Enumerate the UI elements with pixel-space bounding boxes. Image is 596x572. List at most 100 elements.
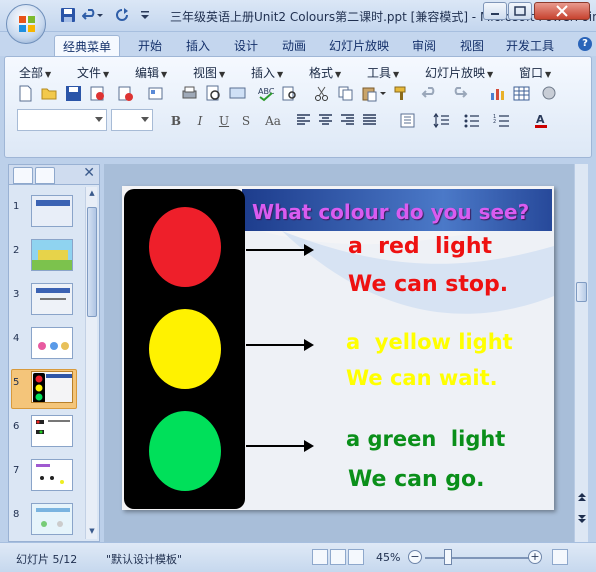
- next-slide-icon[interactable]: [576, 512, 588, 536]
- slide-thumbnail[interactable]: [31, 503, 73, 535]
- paste-dropdown-icon[interactable]: [379, 85, 387, 102]
- slides-tab-icon[interactable]: [13, 167, 33, 184]
- outline-tab-icon[interactable]: [35, 167, 55, 184]
- undo-icon[interactable]: [421, 85, 438, 102]
- ribbon-tab-bar: 经典菜单 开始 插入 设计 动画 幻灯片放映 审阅 视图 开发工具 ?: [0, 32, 596, 56]
- save-icon[interactable]: [65, 85, 82, 102]
- menu-insert[interactable]: 插入 ▼: [251, 64, 283, 81]
- help-icon[interactable]: ?: [578, 37, 592, 51]
- tab-review[interactable]: 审阅: [404, 35, 444, 56]
- maximize-button[interactable]: [508, 2, 532, 20]
- print-icon[interactable]: [181, 85, 198, 102]
- close-icon[interactable]: ✕: [83, 165, 95, 181]
- permission-icon[interactable]: [89, 85, 106, 102]
- slide-thumbnail-selected[interactable]: [31, 371, 73, 403]
- menu-format[interactable]: 格式 ▼: [309, 64, 341, 81]
- new-file-icon[interactable]: [17, 85, 34, 102]
- previous-slide-icon[interactable]: [576, 490, 588, 514]
- thumbnail-scrollbar[interactable]: ▲ ▼: [85, 187, 97, 539]
- publish-icon[interactable]: [147, 85, 164, 102]
- research-icon[interactable]: [281, 85, 298, 102]
- line-spacing-icon[interactable]: [433, 112, 450, 129]
- slide-thumbnail[interactable]: [31, 327, 73, 359]
- zoom-slider-track[interactable]: [425, 557, 529, 559]
- italic-icon[interactable]: I: [191, 112, 209, 130]
- spelling-icon[interactable]: ABC: [257, 85, 274, 102]
- numbering-icon[interactable]: 12: [493, 112, 510, 129]
- tab-classic-menu[interactable]: 经典菜单: [54, 35, 120, 56]
- slide-thumbnail[interactable]: [31, 195, 73, 227]
- normal-view-icon[interactable]: [312, 549, 328, 565]
- tab-insert[interactable]: 插入: [178, 35, 218, 56]
- insert-chart-icon[interactable]: [489, 85, 506, 102]
- font-color-icon[interactable]: A: [533, 112, 550, 129]
- menu-slideshow[interactable]: 幻灯片放映 ▼: [425, 64, 493, 81]
- slide-thumbnail[interactable]: [31, 283, 73, 315]
- slide-sorter-view-icon[interactable]: [330, 549, 346, 565]
- zoom-in-icon[interactable]: +: [528, 550, 542, 564]
- office-button[interactable]: [6, 4, 46, 44]
- font-name-combo[interactable]: [17, 109, 107, 131]
- text-direction-icon[interactable]: [399, 112, 416, 129]
- scroll-down-icon[interactable]: ▼: [87, 527, 97, 537]
- tab-view[interactable]: 视图: [452, 35, 492, 56]
- thumbnail-number: 5: [13, 377, 20, 388]
- redo-icon[interactable]: [114, 7, 130, 23]
- open-folder-icon[interactable]: [41, 85, 58, 102]
- vertical-scrollbar[interactable]: [574, 164, 588, 542]
- underline-icon[interactable]: U: [215, 112, 233, 130]
- menu-all[interactable]: 全部 ▼: [19, 64, 51, 81]
- print-preview-icon[interactable]: [205, 85, 222, 102]
- font-size-combo[interactable]: [111, 109, 153, 131]
- menu-edit[interactable]: 编辑 ▼: [135, 64, 167, 81]
- change-case-icon[interactable]: Aa: [261, 112, 285, 130]
- zoom-slider-thumb[interactable]: [444, 549, 452, 565]
- bold-icon[interactable]: B: [167, 112, 185, 130]
- close-button[interactable]: [534, 2, 590, 20]
- align-right-icon[interactable]: [339, 112, 356, 129]
- tab-design[interactable]: 设计: [226, 35, 266, 56]
- bullets-icon[interactable]: [463, 112, 480, 129]
- customize-qat-icon[interactable]: [140, 7, 150, 23]
- slide-editing-area: What colour do you see? a red light We c…: [104, 164, 574, 542]
- undo-dropdown-icon[interactable]: [96, 7, 104, 23]
- color-grayscale-icon[interactable]: [541, 85, 558, 102]
- slide-thumbnail[interactable]: [31, 459, 73, 491]
- tab-home[interactable]: 开始: [130, 35, 170, 56]
- save-icon[interactable]: [60, 7, 76, 23]
- insert-table-icon[interactable]: [513, 85, 530, 102]
- cut-icon[interactable]: [313, 85, 330, 102]
- scroll-up-icon[interactable]: ▲: [87, 189, 97, 199]
- slide-thumbnail[interactable]: [31, 415, 73, 447]
- menu-label: 全部: [19, 66, 44, 80]
- slideshow-view-icon[interactable]: [348, 549, 364, 565]
- menu-view[interactable]: 视图 ▼: [193, 64, 225, 81]
- close-icon: [556, 5, 568, 17]
- slide-thumbnail[interactable]: [31, 239, 73, 271]
- sentence-yellow: We can wait.: [346, 366, 498, 390]
- menu-tools[interactable]: 工具 ▼: [367, 64, 399, 81]
- sentence-red: We can stop.: [348, 272, 509, 297]
- menu-file[interactable]: 文件 ▼: [77, 64, 109, 81]
- redo-icon[interactable]: [451, 85, 468, 102]
- align-left-icon[interactable]: [295, 112, 312, 129]
- email-icon[interactable]: [117, 85, 134, 102]
- align-center-icon[interactable]: [317, 112, 334, 129]
- paste-icon[interactable]: [361, 85, 378, 102]
- scrollbar-thumb[interactable]: [576, 282, 587, 302]
- screen-icon[interactable]: [229, 85, 246, 102]
- tab-developer[interactable]: 开发工具: [502, 35, 558, 56]
- justify-icon[interactable]: [361, 112, 378, 129]
- menu-window[interactable]: 窗口 ▼: [519, 64, 551, 81]
- format-painter-icon[interactable]: [393, 85, 410, 102]
- zoom-level: 45%: [376, 551, 401, 564]
- fit-to-window-icon[interactable]: [552, 549, 568, 565]
- scrollbar-thumb[interactable]: [87, 207, 97, 317]
- minimize-button[interactable]: [483, 2, 507, 20]
- copy-icon[interactable]: [337, 85, 354, 102]
- tab-animations[interactable]: 动画: [274, 35, 314, 56]
- zoom-out-icon[interactable]: −: [408, 550, 422, 564]
- slide-canvas[interactable]: What colour do you see? a red light We c…: [122, 186, 554, 510]
- tab-slideshow[interactable]: 幻灯片放映: [324, 35, 394, 56]
- shadow-icon[interactable]: S: [237, 112, 255, 130]
